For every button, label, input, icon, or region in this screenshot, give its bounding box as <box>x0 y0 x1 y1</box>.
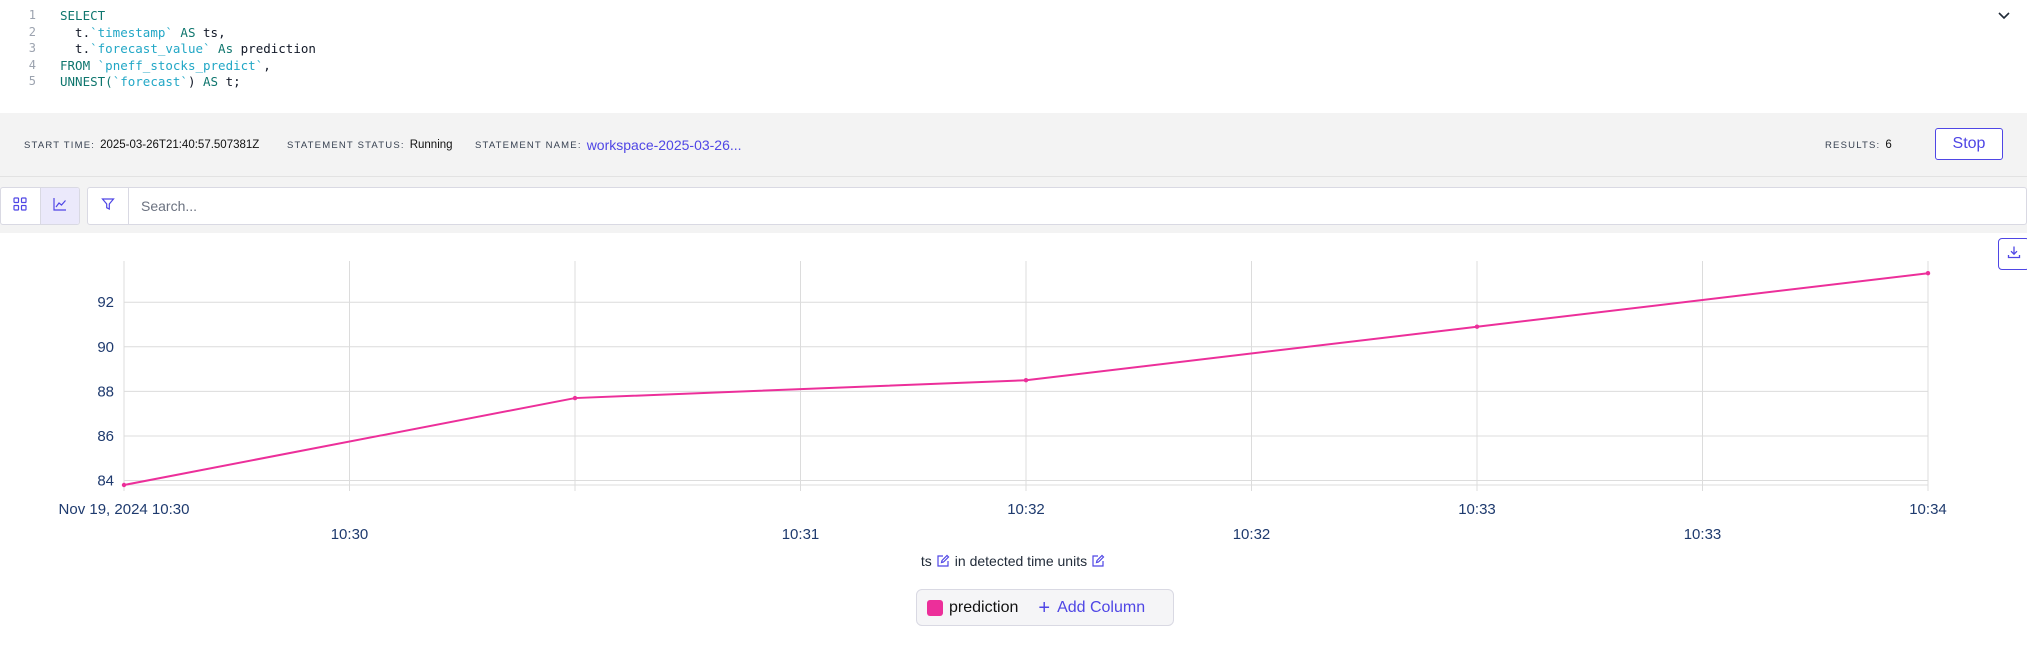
table-view-button[interactable] <box>1 188 40 224</box>
results-toolbar <box>0 177 2027 233</box>
start-time-value: 2025-03-26T21:40:57.507381Z <box>100 139 260 151</box>
prediction-data-point <box>572 395 578 401</box>
x-tick-label-secondary: 10:30 <box>331 526 369 543</box>
code-text: FROM `pneff_stocks_predict`, <box>60 57 271 73</box>
prediction-data-point <box>1474 324 1480 329</box>
edit-field-icon[interactable] <box>936 554 951 569</box>
statement-name-label: STATEMENT NAME: <box>475 139 582 151</box>
download-icon <box>2007 245 2021 264</box>
download-chart-button[interactable] <box>1998 238 2027 270</box>
search-input[interactable] <box>129 188 2026 224</box>
chart-axes: 84 86 88 90 92 Nov 19, 2024 10:30 10:32 10:33 10… <box>59 294 1947 543</box>
start-time: START TIME: 2025-03-26T21:40:57.507381Z <box>24 113 259 177</box>
results-count: RESULTS: 6 <box>1825 113 1892 177</box>
x-tick-label-secondary: 10:32 <box>1233 526 1271 543</box>
x-axis-unit-text: in detected time units <box>954 553 1088 569</box>
prediction-data-point <box>1023 378 1029 383</box>
code-text: t.`timestamp` AS ts, <box>60 24 226 40</box>
results-value: 6 <box>1885 139 1892 151</box>
status-label: STATEMENT STATUS: <box>287 139 405 151</box>
x-tick-label: 10:33 <box>1458 501 1496 518</box>
prediction-data-point <box>121 482 127 488</box>
chart-grid <box>123 261 1929 491</box>
line-number: 4 <box>28 57 36 72</box>
edit-units-icon[interactable] <box>1091 554 1106 569</box>
x-axis-field: ts <box>920 553 932 569</box>
statement-status: STATEMENT STATUS: Running <box>287 113 453 177</box>
code-text: SELECT <box>60 8 106 23</box>
y-tick-label: 90 <box>97 339 114 356</box>
legend-series-label[interactable]: prediction <box>949 599 1018 617</box>
line-chart-icon <box>53 197 67 216</box>
x-tick-label: 10:32 <box>1007 501 1045 518</box>
collapse-chevron-icon[interactable] <box>1995 6 2013 24</box>
start-time-label: START TIME: <box>24 139 96 151</box>
legend-swatch[interactable] <box>927 599 943 616</box>
sql-editor[interactable]: 1 SELECT 2 t.`timestamp` AS ts, 3 t.`foreca… <box>0 0 2027 113</box>
x-tick-label: Nov 19, 2024 10:30 <box>59 501 190 518</box>
y-tick-label: 84 <box>97 473 114 490</box>
x-axis-label: ts in detected time units <box>0 553 2027 569</box>
line-number: 3 <box>28 41 36 55</box>
statement-name: STATEMENT NAME: workspace-2025-03-26... <box>475 113 742 177</box>
stop-button[interactable]: Stop <box>1935 128 2003 160</box>
prediction-data-point <box>1925 271 1931 276</box>
search-box <box>87 187 2027 225</box>
add-column-label: Add Column <box>1057 598 1146 616</box>
y-tick-label: 86 <box>97 428 114 445</box>
statement-info-bar: START TIME: 2025-03-26T21:40:57.507381Z … <box>0 113 2027 177</box>
line-number: 1 <box>28 8 36 22</box>
line-number: 2 <box>28 24 36 39</box>
status-value: Running <box>409 139 453 151</box>
grid-icon <box>13 196 28 216</box>
chart-legend: prediction + Add Column <box>916 589 1174 626</box>
chart-view-button[interactable] <box>39 188 79 224</box>
y-tick-label: 92 <box>97 294 114 311</box>
x-tick-label-secondary: 10:33 <box>1684 526 1722 543</box>
statement-name-link[interactable]: workspace-2025-03-26... <box>587 137 742 153</box>
plus-icon: + <box>1038 596 1051 619</box>
y-tick-label: 88 <box>97 383 114 400</box>
line-chart: 84 86 88 90 92 Nov 19, 2024 10:30 10:32 10:33 10… <box>59 261 1947 543</box>
x-tick-label: 10:34 <box>1909 501 1947 518</box>
line-number: 5 <box>28 74 36 88</box>
filter-icon <box>101 197 115 216</box>
x-tick-label-secondary: 10:31 <box>782 526 820 543</box>
add-column-button[interactable]: + Add Column <box>1038 596 1146 619</box>
code-text: t.`forecast_value` As prediction <box>60 41 316 56</box>
view-toggle <box>0 187 80 225</box>
results-label: RESULTS: <box>1825 139 1881 151</box>
code-text: UNNEST(`forecast`) AS t; <box>60 74 241 89</box>
filter-button[interactable] <box>88 188 129 224</box>
